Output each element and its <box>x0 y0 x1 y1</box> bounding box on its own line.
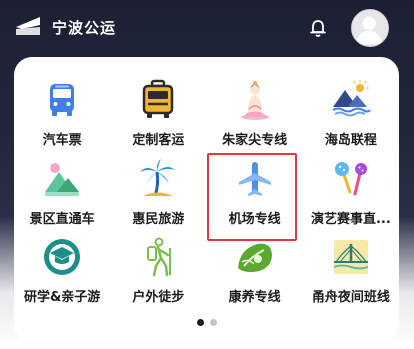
service-item-bus-ticket[interactable]: 汽车票 <box>14 79 110 158</box>
service-item-scenic-express[interactable]: 景区直通车 <box>14 158 110 236</box>
app-title: 宁波公运 <box>52 19 117 37</box>
service-item-hiking[interactable]: 户外徒步 <box>110 236 206 314</box>
service-item-label: 甬舟夜间班线 <box>311 290 390 305</box>
scenic-mountain-icon <box>45 163 80 196</box>
service-item-label: 康养专线 <box>228 290 281 305</box>
hiker-icon <box>147 237 172 277</box>
island-mountain-icon <box>332 80 371 117</box>
app-header: 宁波公运 <box>0 0 414 58</box>
microphone-icon <box>334 162 367 196</box>
page-dot[interactable] <box>210 319 217 326</box>
bell-icon[interactable] <box>307 17 329 39</box>
service-item-label: 海岛联程 <box>324 133 377 148</box>
service-item-night-line[interactable]: 甬舟夜间班线 <box>303 236 399 314</box>
guanyin-icon <box>240 81 269 120</box>
service-item-label: 惠民旅游 <box>132 212 185 227</box>
page-indicator <box>0 319 414 329</box>
bus-icon <box>50 84 75 116</box>
service-item-benefit-tour[interactable]: 惠民旅游 <box>110 158 206 236</box>
service-item-zhujiajian[interactable]: 朱家尖专线 <box>207 79 303 158</box>
palm-tree-icon <box>140 159 176 197</box>
luggage-bus-icon <box>143 79 174 118</box>
user-avatar[interactable] <box>351 9 389 47</box>
service-item-performance[interactable]: 演艺赛事直... <box>303 158 399 236</box>
graduation-cap-icon <box>44 239 81 275</box>
wellness-leaf-icon <box>237 243 272 272</box>
service-item-label: 景区直通车 <box>29 212 95 227</box>
service-item-label: 户外徒步 <box>132 290 185 305</box>
service-item-island-connect[interactable]: 海岛联程 <box>303 79 399 158</box>
bridge-icon <box>333 240 369 274</box>
service-item-label: 汽车票 <box>42 133 82 148</box>
flag-logo-icon <box>16 17 40 35</box>
service-item-study-tour[interactable]: 研学&亲子游 <box>14 236 110 314</box>
service-item-label: 研学&亲子游 <box>23 290 101 305</box>
service-item-label: 定制客运 <box>132 133 185 148</box>
service-item-label: 朱家尖专线 <box>222 133 288 148</box>
page-dot-active[interactable] <box>197 319 204 326</box>
user-avatar-icon <box>355 16 383 45</box>
service-item-label: 演艺赛事直... <box>310 212 391 227</box>
service-item-custom-transport[interactable]: 定制客运 <box>110 79 206 158</box>
highlight-box <box>207 153 297 241</box>
service-item-wellness[interactable]: 康养专线 <box>207 236 303 314</box>
